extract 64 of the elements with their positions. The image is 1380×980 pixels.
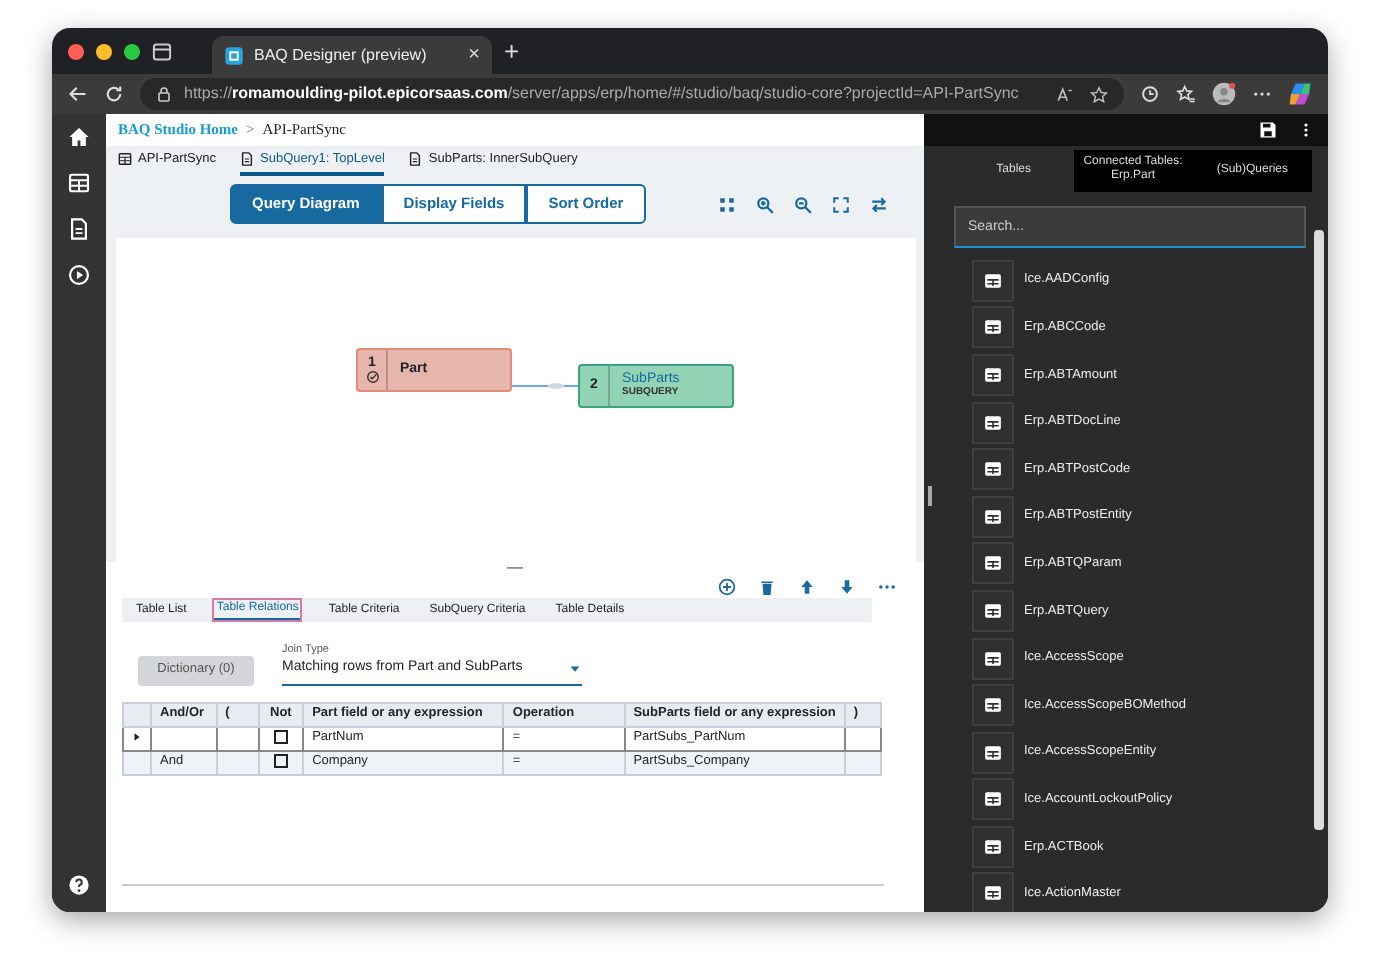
table-icon[interactable]	[68, 172, 90, 194]
url-text: https://romamoulding-pilot.epicorsaas.com/server/apps/erp/home/#/studio/baq/studio-core?projectId=API-PartSync	[184, 82, 1019, 106]
document-icon	[408, 152, 423, 166]
profile-avatar-icon[interactable]	[1212, 82, 1236, 106]
current-row-icon	[132, 732, 142, 743]
swap-icon[interactable]	[870, 195, 888, 213]
tab-actions-icon[interactable]	[152, 41, 172, 61]
zoom-window-button[interactable]	[124, 43, 140, 59]
connector-line	[512, 378, 578, 394]
favorites-icon[interactable]	[1176, 84, 1196, 104]
help-icon[interactable]	[68, 874, 90, 896]
table-header-cell	[123, 702, 151, 727]
add-icon[interactable]	[718, 577, 736, 595]
home-icon[interactable]	[68, 126, 90, 148]
save-icon[interactable]	[1258, 119, 1278, 140]
browser-tab[interactable]: BAQ Designer (preview) ×	[212, 36, 492, 74]
table-icon	[984, 649, 1002, 667]
panel-resize-handle[interactable]	[928, 486, 932, 506]
document-icon	[240, 152, 255, 166]
row-indicator[interactable]	[123, 750, 151, 775]
tab-title: BAQ Designer (preview)	[254, 43, 427, 67]
play-icon[interactable]	[68, 264, 90, 286]
row-indicator[interactable]	[123, 726, 151, 751]
table-icon	[984, 318, 1002, 337]
copilot-icon[interactable]	[1288, 82, 1312, 106]
arrow-down-icon[interactable]	[838, 577, 856, 595]
table-icon	[118, 152, 132, 166]
table-icon	[984, 601, 1002, 620]
table-icon	[984, 271, 1002, 290]
new-tab-button[interactable]: +	[504, 38, 520, 64]
table-icon	[984, 507, 1002, 526]
fit-icon[interactable]	[718, 195, 736, 213]
minimize-window-button[interactable]	[96, 43, 112, 59]
document-icon[interactable]	[68, 218, 90, 240]
delete-icon[interactable]	[758, 577, 776, 595]
check-icon	[365, 370, 379, 385]
scrollbar[interactable]	[1314, 230, 1324, 830]
star-icon[interactable]	[1090, 85, 1108, 103]
table-icon	[984, 460, 1002, 479]
table-icon	[984, 884, 1002, 903]
lock-icon	[156, 86, 172, 102]
not-checkbox[interactable]	[273, 730, 288, 745]
address-field[interactable]: https://romamoulding-pilot.epicorsaas.com/server/apps/erp/home/#/studio/baq/studio-core?projectId=API-PartSync	[140, 78, 1124, 110]
table-icon	[984, 743, 1002, 762]
read-aloud-icon[interactable]	[1056, 85, 1074, 103]
close-tab-button[interactable]: ×	[468, 45, 480, 65]
splitter-handle[interactable]: —	[122, 562, 908, 574]
table-icon	[984, 365, 1002, 384]
table-icon	[984, 413, 1002, 432]
table-icon	[984, 790, 1002, 809]
close-window-button[interactable]	[68, 43, 84, 59]
arrow-up-icon[interactable]	[798, 577, 816, 595]
not-checkbox[interactable]	[273, 754, 288, 769]
refresh-circle-icon[interactable]	[1140, 84, 1160, 104]
table-icon	[984, 837, 1002, 856]
zoom-out-icon[interactable]	[794, 195, 812, 213]
table-icon	[984, 554, 1002, 573]
zoom-in-icon[interactable]	[756, 195, 774, 213]
site-icon	[224, 45, 244, 65]
dropdown-caret-icon	[568, 662, 582, 676]
table-icon	[984, 696, 1002, 715]
expand-icon[interactable]	[832, 195, 850, 213]
back-icon[interactable]	[68, 84, 88, 104]
reload-icon[interactable]	[104, 84, 124, 104]
